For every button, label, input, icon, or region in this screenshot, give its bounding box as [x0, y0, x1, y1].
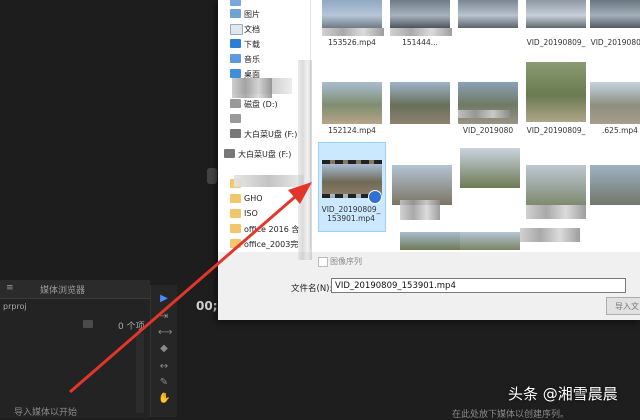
usb-drive-icon [224, 149, 235, 158]
file-caption: 153526.mp4 [328, 38, 376, 47]
image-sequence-option[interactable]: 图像序列 [318, 256, 438, 268]
obscured-region [390, 28, 452, 36]
downloads-icon [230, 39, 241, 48]
import-button[interactable]: 导入文 [606, 297, 640, 315]
sidebar-item-usb-f[interactable]: 大白菜U盘 (F:) [218, 126, 310, 142]
obscured-region [298, 60, 312, 260]
sidebar-item-downloads[interactable]: 下载 [218, 36, 310, 52]
video-thumbnail[interactable] [590, 0, 640, 28]
video-thumbnail[interactable] [458, 0, 518, 28]
razor-tool-icon[interactable]: ◆ [158, 343, 170, 355]
filename-label: 文件名(N): [291, 284, 333, 294]
video-file-icon [368, 190, 382, 204]
obscured-region [526, 205, 586, 219]
tab-media-browser[interactable]: 媒体浏览器 [40, 283, 85, 296]
folder-icon [230, 209, 241, 218]
obscured-region [232, 78, 272, 98]
file-caption: VID_20190809_ [526, 38, 586, 47]
slip-tool-icon[interactable]: ↔ [158, 361, 170, 373]
sidebar-item-music[interactable]: 音乐 [218, 51, 310, 67]
pen-tool-icon[interactable]: ✎ [158, 377, 170, 389]
video-thumbnail[interactable] [390, 82, 450, 124]
watermark: 头条 @湘雪晨晨 [508, 385, 618, 403]
sidebar-item-usb-f-root[interactable]: 大白菜U盘 (F:) [218, 146, 310, 162]
video-thumbnail[interactable] [460, 232, 520, 250]
project-file-name: prproj [3, 302, 27, 311]
panel-tab-bar: ≡ 媒体浏览器 [0, 280, 150, 299]
tools-panel: ▶ ⇥ ⟷ ◆ ↔ ✎ ✋ [150, 285, 178, 417]
sidebar-item-documents[interactable]: 文档 [218, 21, 310, 37]
item-count: 0 个项 [118, 322, 145, 332]
sidebar-item-gho[interactable]: GHO [218, 191, 310, 207]
folder-icon [230, 239, 241, 248]
tab-menu-icon[interactable]: ≡ [6, 283, 14, 293]
sidebar-item-drive-d[interactable]: 磁盘 (D:) [218, 96, 310, 112]
video-thumbnail[interactable] [526, 165, 586, 205]
usb-drive-icon [230, 129, 241, 138]
folder-icon [230, 224, 241, 233]
drop-media-hint: 在此处放下媒体以创建序列。 [452, 410, 570, 420]
obscured-region [322, 28, 384, 36]
video-thumbnail[interactable] [526, 62, 586, 122]
music-icon [230, 54, 241, 63]
documents-icon [230, 24, 243, 35]
sidebar-item-iso[interactable]: ISO [218, 206, 310, 222]
obscured-region [458, 110, 510, 118]
file-caption: .625.mp4 [602, 126, 638, 135]
video-thumbnail[interactable] [590, 165, 640, 205]
folder-icon [230, 194, 241, 203]
image-sequence-checkbox[interactable] [318, 257, 328, 267]
sidebar-item-office2016[interactable]: office 2016 含 [218, 221, 310, 237]
video-thumbnail[interactable] [390, 0, 450, 28]
video-thumbnail[interactable] [322, 0, 382, 28]
collapse-handle[interactable] [207, 168, 217, 184]
project-panel [0, 280, 150, 418]
video-thumbnail[interactable] [590, 82, 640, 124]
file-caption: VID_2019080 [462, 126, 514, 135]
drive-icon [230, 99, 241, 108]
sidebar-item-office2003[interactable]: office_2003完 [218, 236, 310, 250]
video-thumbnail[interactable] [526, 0, 586, 28]
sidebar-item-drive[interactable] [218, 111, 310, 127]
hand-tool-icon[interactable]: ✋ [158, 393, 170, 405]
file-caption: 152124.mp4 [328, 126, 376, 135]
track-select-tool-icon[interactable]: ⇥ [158, 311, 170, 323]
filename-input[interactable]: VID_20190809_153901.mp4 [331, 278, 626, 293]
panel-scrollbar[interactable] [136, 333, 144, 413]
selected-file-caption: VID_20190809_ 153901.mp4 [321, 205, 381, 223]
desktop-icon [230, 69, 241, 78]
obscured-region [234, 175, 304, 187]
file-caption: VID_20190809_ [590, 38, 640, 47]
drive-icon [230, 114, 241, 123]
search-icon[interactable] [83, 320, 93, 328]
file-caption: VID_20190809_ [526, 126, 586, 135]
file-caption: 151444... [402, 38, 438, 47]
video-thumbnail[interactable] [392, 165, 452, 205]
timecode: 00; [196, 299, 218, 313]
sidebar-item-pictures[interactable]: 图片 [218, 6, 310, 22]
video-thumbnail[interactable] [460, 148, 520, 188]
obscured-region [400, 200, 440, 220]
import-media-hint: 导入媒体以开始 [14, 408, 78, 418]
video-thumbnail[interactable] [400, 232, 460, 250]
ripple-edit-tool-icon[interactable]: ⟷ [158, 327, 172, 339]
selection-tool-icon[interactable]: ▶ [158, 293, 170, 305]
video-thumbnail[interactable] [322, 82, 382, 124]
pictures-icon [230, 9, 241, 18]
obscured-region [520, 228, 580, 242]
